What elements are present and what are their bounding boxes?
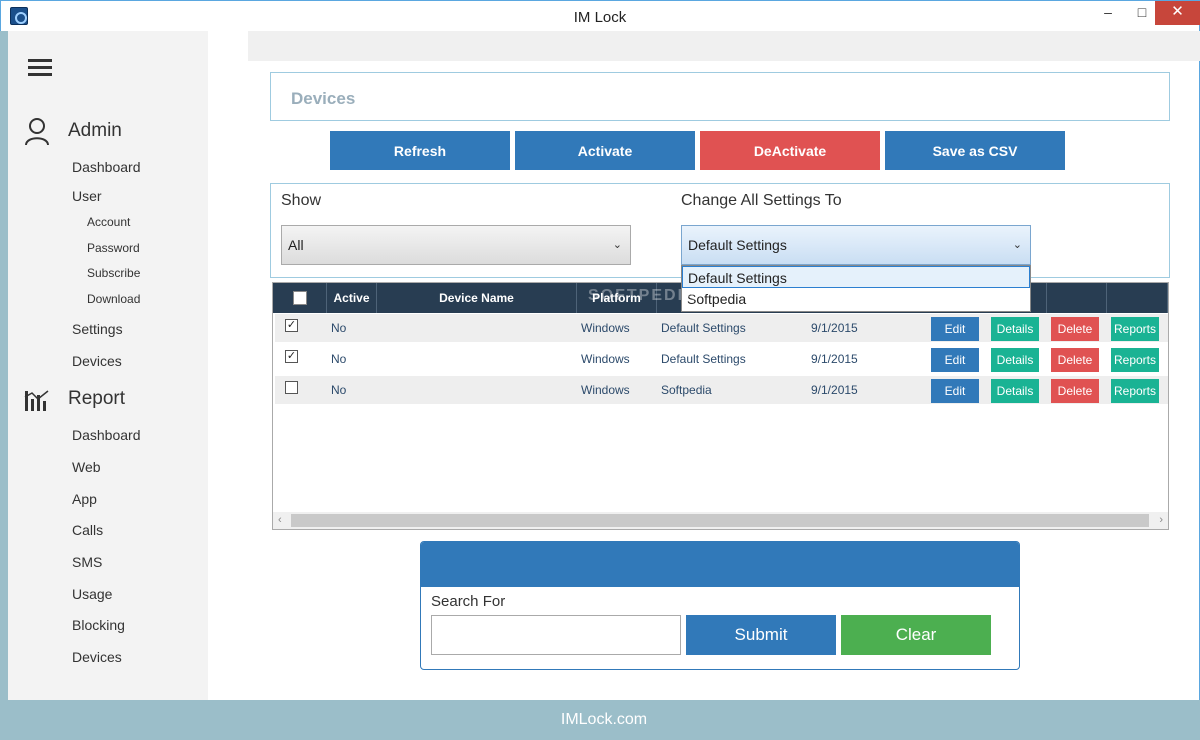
row-settings: Default Settings [661, 352, 746, 366]
row-active: No [331, 383, 347, 397]
reports-button[interactable]: Reports [1111, 348, 1159, 372]
dropdown-option-default-settings[interactable]: Default Settings [682, 266, 1030, 288]
table-row: No Windows Softpedia 9/1/2015 Edit Detai… [275, 376, 1168, 404]
top-strip [248, 31, 1200, 61]
maximize-button[interactable]: □ [1125, 1, 1159, 25]
settings-dropdown-list: Default Settings Softpedia [681, 265, 1031, 312]
page-title: Devices [291, 89, 356, 108]
edit-button[interactable]: Edit [931, 317, 979, 341]
show-select[interactable]: All ⌄ [281, 225, 631, 265]
column-header-blank-2 [1047, 283, 1107, 313]
sidebar-item-admin-devices[interactable]: Devices [72, 353, 122, 369]
show-select-value: All [288, 237, 304, 253]
sidebar-item-user[interactable]: User [72, 188, 102, 204]
delete-button[interactable]: Delete [1051, 379, 1099, 403]
row-active: No [331, 352, 347, 366]
select-all-header [273, 283, 327, 313]
row-platform: Windows [581, 352, 630, 366]
row-checkbox[interactable]: ✓ [285, 350, 298, 363]
row-platform: Windows [581, 383, 630, 397]
devices-table: Active Device Name Platform ✓ No Windows… [272, 282, 1169, 530]
sidebar-item-usage[interactable]: Usage [72, 586, 112, 602]
table-row: ✓ No Windows Default Settings 9/1/2015 E… [275, 345, 1168, 373]
row-settings: Softpedia [661, 383, 712, 397]
window-title: IM Lock [573, 9, 627, 26]
deactivate-button[interactable]: DeActivate [700, 131, 880, 170]
report-label: Report [68, 388, 126, 409]
horizontal-scrollbar[interactable]: ‹ › [273, 512, 1168, 529]
search-panel-header [421, 542, 1019, 587]
sidebar-item-web[interactable]: Web [72, 459, 101, 475]
search-input[interactable] [431, 615, 681, 655]
scroll-left-icon[interactable]: ‹ [278, 512, 282, 529]
clear-button[interactable]: Clear [841, 615, 991, 655]
save-csv-button[interactable]: Save as CSV [885, 131, 1065, 170]
sidebar-item-settings[interactable]: Settings [72, 321, 123, 337]
chevron-down-icon: ⌄ [612, 239, 622, 251]
details-button[interactable]: Details [991, 348, 1039, 372]
search-panel: Search For Submit Clear [420, 541, 1020, 670]
row-date: 9/1/2015 [811, 352, 858, 366]
close-button[interactable]: ✕ [1155, 1, 1200, 25]
admin-label: Admin [68, 120, 122, 141]
details-button[interactable]: Details [991, 379, 1039, 403]
hamburger-menu-icon[interactable] [28, 59, 52, 77]
search-label: Search For [431, 593, 506, 610]
sidebar-item-report-dashboard[interactable]: Dashboard [72, 427, 141, 443]
sidebar-item-admin-dashboard[interactable]: Dashboard [72, 159, 141, 175]
column-header-blank-3 [1107, 283, 1168, 313]
title-bar: IM Lock ‒ □ ✕ [0, 0, 1200, 31]
sidebar-item-subscribe[interactable]: Subscribe [87, 266, 140, 280]
edit-button[interactable]: Edit [931, 348, 979, 372]
sidebar-item-sms[interactable]: SMS [72, 554, 102, 570]
reports-button[interactable]: Reports [1111, 317, 1159, 341]
scroll-right-icon[interactable]: › [1159, 512, 1163, 529]
change-settings-label: Change All Settings To [681, 192, 842, 209]
row-date: 9/1/2015 [811, 383, 858, 397]
watermark: SOFTPEDIA [588, 287, 698, 304]
change-settings-select[interactable]: Default Settings ⌄ [681, 225, 1031, 265]
bar-chart-icon [24, 390, 49, 411]
sidebar-item-app[interactable]: App [72, 491, 97, 507]
sidebar-item-password[interactable]: Password [87, 241, 140, 255]
row-active: No [331, 321, 347, 335]
select-all-checkbox[interactable] [292, 291, 307, 305]
sidebar-item-report-devices[interactable]: Devices [72, 649, 122, 665]
refresh-button[interactable]: Refresh [330, 131, 510, 170]
edit-button[interactable]: Edit [931, 379, 979, 403]
chevron-down-icon: ⌄ [1012, 239, 1022, 251]
activate-button[interactable]: Activate [515, 131, 695, 170]
dropdown-option-softpedia[interactable]: Softpedia [682, 288, 1030, 310]
column-header-active[interactable]: Active [327, 283, 377, 313]
minimize-button[interactable]: ‒ [1091, 1, 1125, 25]
submit-button[interactable]: Submit [686, 615, 836, 655]
row-settings: Default Settings [661, 321, 746, 335]
sidebar-item-download[interactable]: Download [87, 292, 140, 306]
column-header-device-name[interactable]: Device Name [377, 283, 577, 313]
details-button[interactable]: Details [991, 317, 1039, 341]
admin-section-header: Admin [24, 117, 122, 145]
change-settings-value: Default Settings [688, 237, 787, 253]
report-section-header: Report [24, 385, 125, 413]
sidebar: Admin Dashboard User Account Password Su… [8, 31, 208, 700]
row-platform: Windows [581, 321, 630, 335]
delete-button[interactable]: Delete [1051, 317, 1099, 341]
window-left-border [0, 31, 8, 740]
devices-header-panel: Devices [270, 72, 1170, 121]
row-checkbox[interactable] [285, 381, 298, 394]
sidebar-item-blocking[interactable]: Blocking [72, 617, 125, 633]
delete-button[interactable]: Delete [1051, 348, 1099, 372]
sidebar-item-account[interactable]: Account [87, 215, 130, 229]
show-label: Show [281, 192, 322, 209]
footer: IMLock.com [8, 700, 1200, 740]
row-date: 9/1/2015 [811, 321, 858, 335]
reports-button[interactable]: Reports [1111, 379, 1159, 403]
scrollbar-thumb[interactable] [291, 514, 1149, 527]
user-icon [25, 118, 49, 145]
sidebar-item-calls[interactable]: Calls [72, 522, 103, 538]
table-row: ✓ No Windows Default Settings 9/1/2015 E… [275, 314, 1168, 342]
row-checkbox[interactable]: ✓ [285, 319, 298, 332]
